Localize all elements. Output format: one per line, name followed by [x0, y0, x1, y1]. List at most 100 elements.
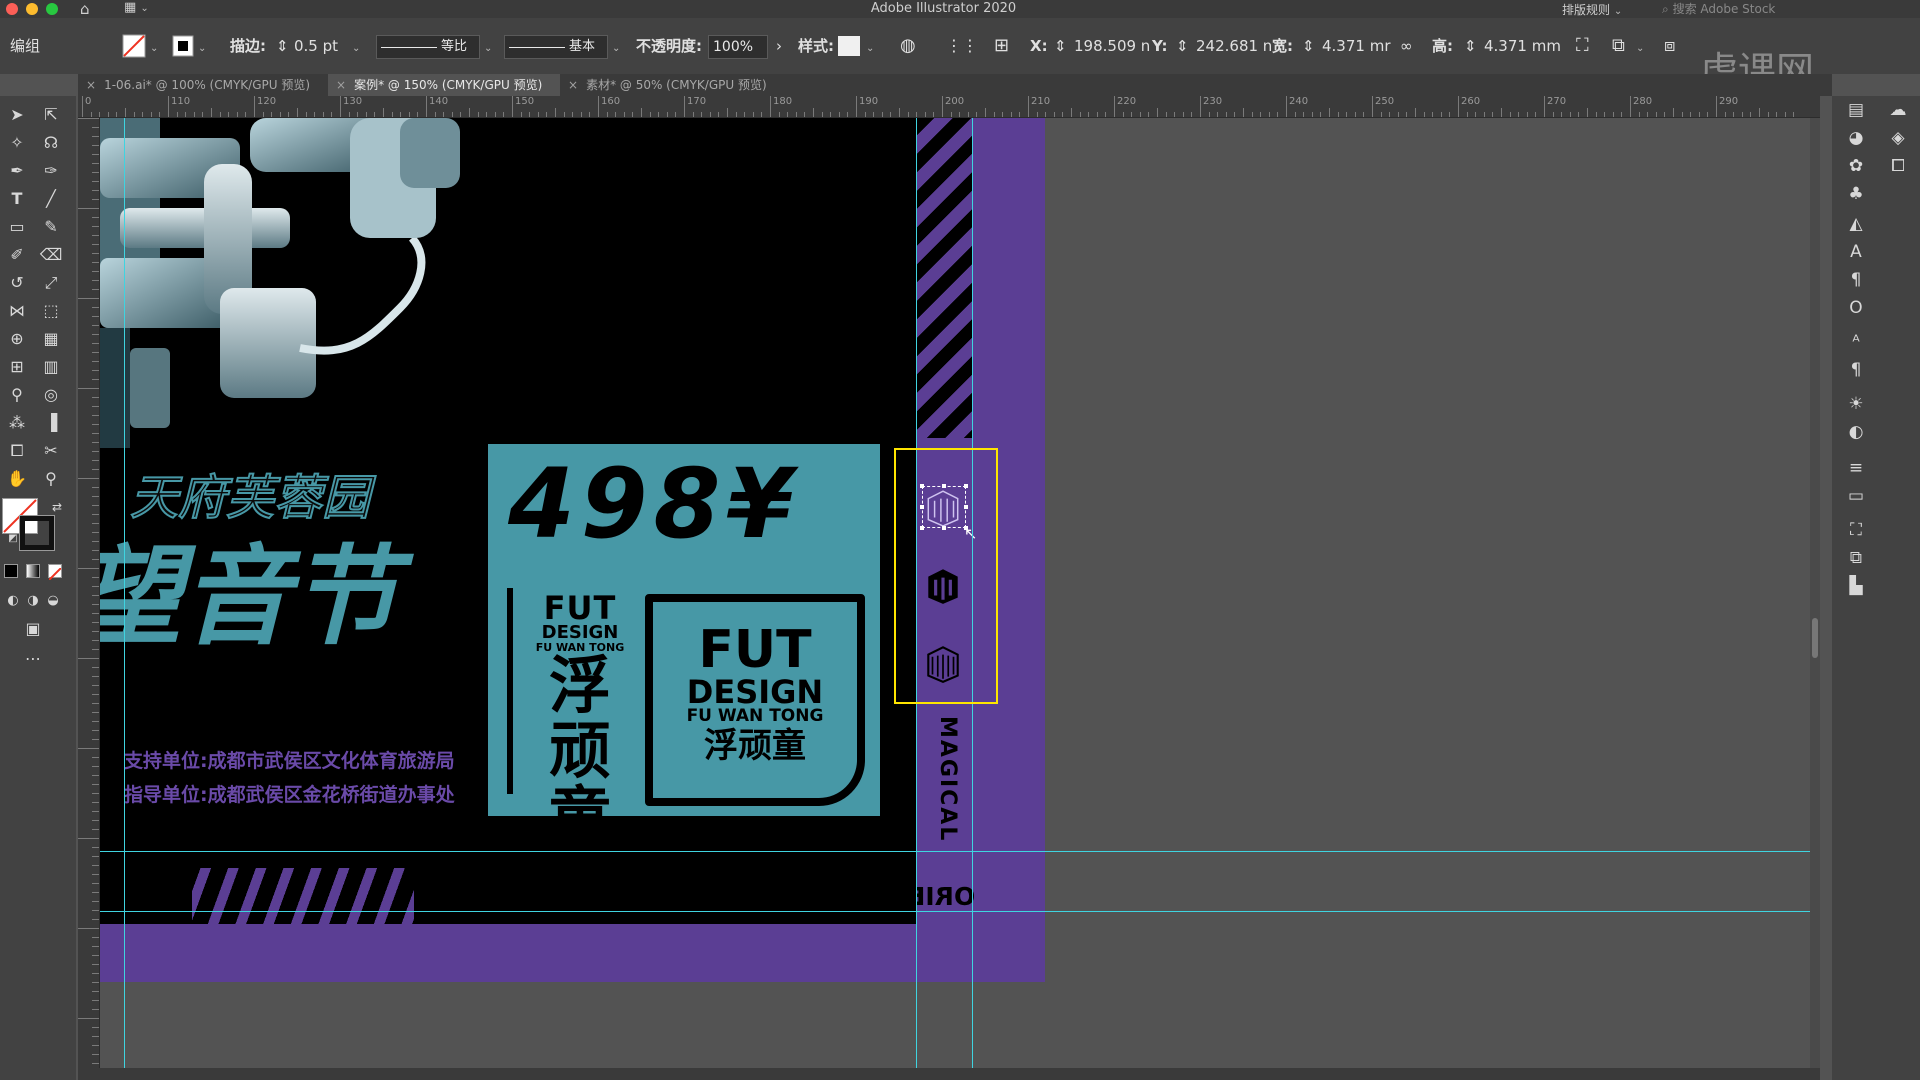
- swap-colors-icon[interactable]: ⇄: [44, 494, 70, 520]
- shape-builder-tool-icon[interactable]: ⊕: [4, 326, 30, 352]
- link-proportions-icon[interactable]: ∞: [1400, 18, 1413, 74]
- paragraph-panel-icon[interactable]: ¶: [1842, 266, 1870, 294]
- shaper-tool-icon[interactable]: ✐: [4, 242, 30, 268]
- stepper-icon[interactable]: ⇕: [1464, 18, 1477, 74]
- stroke-panel-icon[interactable]: ≡: [1842, 454, 1870, 482]
- none-mode-icon[interactable]: [48, 564, 62, 581]
- slice-tool-icon[interactable]: ✂: [38, 438, 64, 464]
- chevron-down-icon[interactable]: ⌄: [198, 18, 206, 74]
- paintbrush-tool-icon[interactable]: ✎: [38, 214, 64, 240]
- close-icon[interactable]: ×: [86, 78, 96, 92]
- layers-stack-icon[interactable]: ◈: [1884, 124, 1912, 152]
- align-options-icon[interactable]: ⋮⋮: [946, 18, 978, 74]
- chevron-down-icon[interactable]: ⌄: [150, 18, 158, 74]
- tab-document-2[interactable]: × 案例* @ 150% (CMYK/GPU 预览): [328, 74, 560, 96]
- artboard-tool-icon[interactable]: ⧠: [4, 438, 30, 464]
- y-value-input[interactable]: 242.681 n: [1196, 18, 1272, 74]
- character-styles-panel-icon[interactable]: ᴬ: [1842, 328, 1870, 356]
- magic-wand-tool-icon[interactable]: ✧: [4, 130, 30, 156]
- horizontal-guide[interactable]: [100, 911, 1812, 912]
- vertical-scrollbar[interactable]: [1810, 118, 1820, 1080]
- free-transform-tool-icon[interactable]: ⬚: [38, 298, 64, 324]
- fill-swatch[interactable]: [122, 18, 146, 74]
- character-panel-icon[interactable]: A: [1842, 238, 1870, 266]
- stepper-icon[interactable]: ⇕: [1302, 18, 1315, 74]
- artboards-panel-icon[interactable]: ⧠: [1884, 152, 1912, 180]
- gradient-panel-icon[interactable]: ▭: [1842, 482, 1870, 510]
- canvas[interactable]: 498¥ 天府芙蓉园 望音节 支持单位:成都市武侯区文化体育旅游局 指导单位:成…: [100, 118, 1820, 1080]
- zoom-tool-icon[interactable]: ⚲: [38, 466, 64, 492]
- selection-tool-icon[interactable]: ➤: [4, 102, 30, 128]
- tab-document-1[interactable]: × 1-06.ai* @ 100% (CMYK/GPU 预览): [78, 74, 328, 96]
- eyedropper-tool-icon[interactable]: ⚲: [4, 382, 30, 408]
- chevron-right-icon[interactable]: ›: [776, 18, 782, 74]
- type-tool-icon[interactable]: T: [4, 186, 30, 212]
- chevron-down-icon[interactable]: ⌄: [866, 18, 874, 74]
- workspace-menu[interactable]: 排版规则 ⌄: [1562, 1, 1622, 18]
- stepper-icon[interactable]: ⇕: [1176, 18, 1189, 74]
- color-mode-icon[interactable]: [4, 564, 18, 578]
- direct-selection-tool-icon[interactable]: ⇱: [38, 102, 64, 128]
- scale-tool-icon[interactable]: ⤢: [38, 270, 64, 296]
- transform-icon[interactable]: ⛶: [1576, 18, 1589, 74]
- perspective-grid-tool-icon[interactable]: ▦: [38, 326, 64, 352]
- recolor-artwork-icon[interactable]: ◍: [900, 18, 916, 74]
- chevron-down-icon[interactable]: ⌄: [352, 18, 360, 74]
- rectangle-tool-icon[interactable]: ▭: [4, 214, 30, 240]
- close-icon[interactable]: ×: [336, 78, 346, 92]
- x-value-input[interactable]: 198.509 n: [1074, 18, 1150, 74]
- reference-point-icon[interactable]: ⊞: [994, 18, 1009, 74]
- blend-tool-icon[interactable]: ◎: [38, 382, 64, 408]
- transparency-panel-icon[interactable]: ◐: [1842, 418, 1870, 446]
- stepper-icon[interactable]: ⇕: [276, 18, 289, 74]
- line-tool-icon[interactable]: ╱: [38, 186, 64, 212]
- more-tools-icon[interactable]: ⋯: [20, 646, 46, 672]
- properties-panel-icon[interactable]: ▤: [1842, 96, 1870, 124]
- stroke-swatch[interactable]: [172, 18, 194, 74]
- gradient-tool-icon[interactable]: ▥: [38, 354, 64, 380]
- stepper-icon[interactable]: ⇕: [1054, 18, 1067, 74]
- scrollbar-thumb[interactable]: [1812, 618, 1818, 658]
- chevron-down-icon[interactable]: ⌄: [484, 18, 492, 74]
- graphic-styles-panel-icon[interactable]: ◭: [1842, 210, 1870, 238]
- tab-document-3[interactable]: × 素材* @ 50% (CMYK/GPU 预览): [560, 74, 792, 96]
- mesh-tool-icon[interactable]: ⊞: [4, 354, 30, 380]
- brushes-panel-icon[interactable]: ✿: [1842, 152, 1870, 180]
- hand-tool-icon[interactable]: ✋: [4, 466, 30, 492]
- column-graph-tool-icon[interactable]: ▐: [38, 410, 64, 436]
- stock-search[interactable]: ⌕ 搜索 Adobe Stock: [1662, 0, 1882, 17]
- transform-panel-icon[interactable]: ⛶: [1842, 516, 1870, 544]
- libraries-panel-icon[interactable]: ☁: [1884, 96, 1912, 124]
- width-tool-icon[interactable]: ⋈: [4, 298, 30, 324]
- variable-width-profile[interactable]: 等比: [376, 35, 480, 59]
- lasso-tool-icon[interactable]: ☊: [38, 130, 64, 156]
- graphic-style-swatch[interactable]: [838, 18, 860, 74]
- paragraph-styles-panel-icon[interactable]: ¶: [1842, 356, 1870, 384]
- height-value-input[interactable]: 4.371 mm: [1484, 18, 1561, 74]
- isolate-group-icon[interactable]: ⧈: [1664, 18, 1675, 74]
- gradient-mode-icon[interactable]: [26, 564, 40, 578]
- default-colors-icon[interactable]: ◩: [0, 526, 26, 552]
- width-value-input[interactable]: 4.371 mr: [1322, 18, 1391, 74]
- align-panel-icon[interactable]: ▙: [1842, 572, 1870, 600]
- appearance-panel-icon[interactable]: ☀: [1842, 390, 1870, 418]
- draw-inside-icon[interactable]: ◒: [40, 588, 66, 614]
- close-icon[interactable]: ×: [568, 78, 578, 92]
- stroke-weight-value[interactable]: 0.5 pt: [294, 18, 338, 74]
- pen-tool-icon[interactable]: ✒: [4, 158, 30, 184]
- layers-panel-icon[interactable]: ◕: [1842, 124, 1870, 152]
- brush-definition[interactable]: 基本: [504, 35, 608, 59]
- rotate-tool-icon[interactable]: ↺: [4, 270, 30, 296]
- screen-mode-icon[interactable]: ▣: [20, 616, 46, 642]
- symbols-panel-icon[interactable]: ♣: [1842, 180, 1870, 208]
- eraser-tool-icon[interactable]: ⌫: [38, 242, 64, 268]
- arrange-icon[interactable]: ⧉: [1612, 18, 1625, 74]
- horizontal-guide[interactable]: [100, 851, 1812, 852]
- opacity-input[interactable]: 100%: [708, 35, 768, 59]
- chevron-down-icon[interactable]: ⌄: [612, 18, 620, 74]
- curvature-tool-icon[interactable]: ✑: [38, 158, 64, 184]
- chevron-down-icon[interactable]: ⌄: [1636, 18, 1644, 74]
- opentype-panel-icon[interactable]: O: [1842, 294, 1870, 322]
- vertical-guide[interactable]: [124, 118, 125, 1080]
- pathfinder-panel-icon[interactable]: ⧉: [1842, 544, 1870, 572]
